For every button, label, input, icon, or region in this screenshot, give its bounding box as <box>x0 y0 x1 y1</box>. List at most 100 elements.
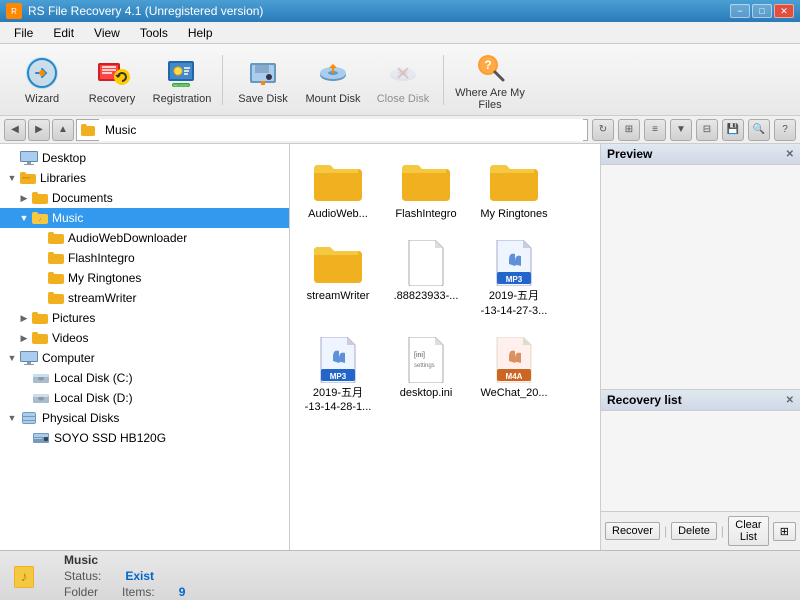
maximize-button[interactable]: □ <box>752 4 772 18</box>
svg-text:settings: settings <box>414 363 435 369</box>
tree-item-libraries[interactable]: Libraries <box>0 168 289 188</box>
view-details-button[interactable]: ≡ <box>644 119 666 141</box>
recovery-extra-button[interactable]: ⊞ <box>773 522 796 541</box>
recovery-title: Recovery list <box>607 393 682 407</box>
tree-item-audiowebdownloader[interactable]: AudioWebDownloader <box>0 228 289 248</box>
toolbar-sep1 <box>222 55 223 105</box>
recovery-button[interactable]: Recovery <box>78 48 146 112</box>
tree-item-computer[interactable]: Computer <box>0 348 289 368</box>
file-label-2019may1: 2019-五月-13-14-27-3... <box>481 289 548 318</box>
file-view: AudioWeb... FlashIntegro My Ringtones st… <box>290 144 600 550</box>
file-item-desktopini[interactable]: [ini] settings desktop.ini <box>386 331 466 420</box>
menu-file[interactable]: File <box>4 24 43 42</box>
preview-close-button[interactable]: ✕ <box>786 149 794 160</box>
wherefiles-label: Where Are My Files <box>455 87 525 111</box>
recovery-icon <box>94 55 130 91</box>
registration-button[interactable]: REGISTER Registration <box>148 48 216 112</box>
file-item-audiowebdownloader[interactable]: AudioWeb... <box>298 152 378 226</box>
svg-text:[ini]: [ini] <box>414 352 425 359</box>
tree-item-locald[interactable]: Local Disk (D:) <box>0 388 289 408</box>
menu-help[interactable]: Help <box>178 24 223 42</box>
tree-item-localc[interactable]: Local Disk (C:) <box>0 368 289 388</box>
file-item-2019may2[interactable]: MP3 2019-五月-13-14-28-1... <box>298 331 378 420</box>
file-item-flashintegro[interactable]: FlashIntegro <box>386 152 466 226</box>
recovery-actions: Recover | Delete | Clear List ⊞ <box>601 511 800 550</box>
recover-button[interactable]: Recover <box>605 522 660 540</box>
wherefiles-button[interactable]: ? Where Are My Files <box>450 48 530 112</box>
refresh-button[interactable]: ↻ <box>592 119 614 141</box>
file-item-2019may1[interactable]: MP3 2019-五月-13-14-27-3... <box>474 234 554 323</box>
expander-desktop <box>4 150 20 166</box>
filter-button[interactable]: ▼ <box>670 119 692 141</box>
tree-label-physicaldisks: Physical Disks <box>42 411 119 425</box>
file-label-desktopini: desktop.ini <box>400 386 453 400</box>
folder-icon-audiowebdownloader <box>314 157 362 205</box>
file-item-streamwriter[interactable]: streamWriter <box>298 234 378 323</box>
recovery-label: Recovery <box>89 93 135 105</box>
tree-item-pictures[interactable]: Pictures <box>0 308 289 328</box>
titlebar: R RS File Recovery 4.1 (Unregistered ver… <box>0 0 800 22</box>
tree-item-desktop[interactable]: Desktop <box>0 148 289 168</box>
toolbar-sep2 <box>443 55 444 105</box>
tree-label-localc: Local Disk (C:) <box>54 371 133 385</box>
status-type: Folder <box>64 585 98 599</box>
search-button[interactable]: 🔍 <box>748 119 770 141</box>
tree-label-myringtones: My Ringtones <box>68 271 141 285</box>
tree-item-music[interactable]: ♪ Music <box>0 208 289 228</box>
expander-flashintegro <box>32 250 48 266</box>
view-icons-button[interactable]: ⊟ <box>696 119 718 141</box>
audiowebdownloader-icon <box>48 232 64 244</box>
recovery-panel: Recovery list ✕ Recover | Delete | Clear… <box>601 390 800 550</box>
tree-item-streamwriter[interactable]: streamWriter <box>0 288 289 308</box>
help-button[interactable]: ? <box>774 119 796 141</box>
tree-label-libraries: Libraries <box>40 171 86 185</box>
file-label-audiowebdownloader: AudioWeb... <box>308 207 368 221</box>
preview-panel: Preview ✕ <box>601 144 800 390</box>
menu-view[interactable]: View <box>84 24 130 42</box>
titlebar-buttons[interactable]: − □ ✕ <box>730 4 794 18</box>
expander-physicaldisks <box>4 410 20 426</box>
tree-label-music: Music <box>52 211 83 225</box>
closedisk-button[interactable]: Close Disk <box>369 48 437 112</box>
physicaldisk-icon <box>20 411 38 425</box>
mountdisk-label: Mount Disk <box>305 93 360 105</box>
tree-item-myringtones[interactable]: My Ringtones <box>0 268 289 288</box>
close-button[interactable]: ✕ <box>774 4 794 18</box>
tree-label-documents: Documents <box>52 191 113 205</box>
tree-item-soyossd[interactable]: SOYO SSD HB120G <box>0 428 289 448</box>
tree-item-flashintegro[interactable]: FlashIntegro <box>0 248 289 268</box>
tree-item-documents[interactable]: Documents <box>0 188 289 208</box>
tree-item-videos[interactable]: Videos <box>0 328 289 348</box>
recovery-close-button[interactable]: ✕ <box>786 395 794 406</box>
delete-button[interactable]: Delete <box>671 522 717 540</box>
desktop-icon <box>20 151 38 165</box>
savedisk-button[interactable]: Save Disk <box>229 48 297 112</box>
status-items-value: 9 <box>179 585 186 599</box>
preview-title: Preview <box>607 147 652 161</box>
expander-libraries <box>4 170 20 186</box>
menu-tools[interactable]: Tools <box>130 24 178 42</box>
forward-button[interactable]: ▶ <box>28 119 50 141</box>
clear-list-button[interactable]: Clear List <box>728 516 769 546</box>
file-item-myringtones[interactable]: My Ringtones <box>474 152 554 226</box>
recovery-header: Recovery list ✕ <box>601 390 800 411</box>
expander-streamwriter <box>32 290 48 306</box>
documents-icon <box>32 192 48 204</box>
back-button[interactable]: ◀ <box>4 119 26 141</box>
file-icon-2019may2: MP3 <box>314 336 362 384</box>
file-item-88823933[interactable]: .88823933-... <box>386 234 466 323</box>
save-view-button[interactable]: 💾 <box>722 119 744 141</box>
mountdisk-button[interactable]: Mount Disk <box>299 48 367 112</box>
ssd-icon <box>32 432 50 444</box>
wizard-button[interactable]: Wizard <box>8 48 76 112</box>
view-toggle-button[interactable]: ⊞ <box>618 119 640 141</box>
up-button[interactable]: ▲ <box>52 119 74 141</box>
pictures-icon <box>32 312 48 324</box>
file-item-wechat20[interactable]: M4A WeChat_20... <box>474 331 554 420</box>
file-label-myringtones: My Ringtones <box>480 207 547 221</box>
menu-edit[interactable]: Edit <box>43 24 84 42</box>
address-input[interactable] <box>99 119 583 141</box>
minimize-button[interactable]: − <box>730 4 750 18</box>
tree-item-physicaldisks[interactable]: Physical Disks <box>0 408 289 428</box>
file-label-88823933: .88823933-... <box>394 289 459 303</box>
